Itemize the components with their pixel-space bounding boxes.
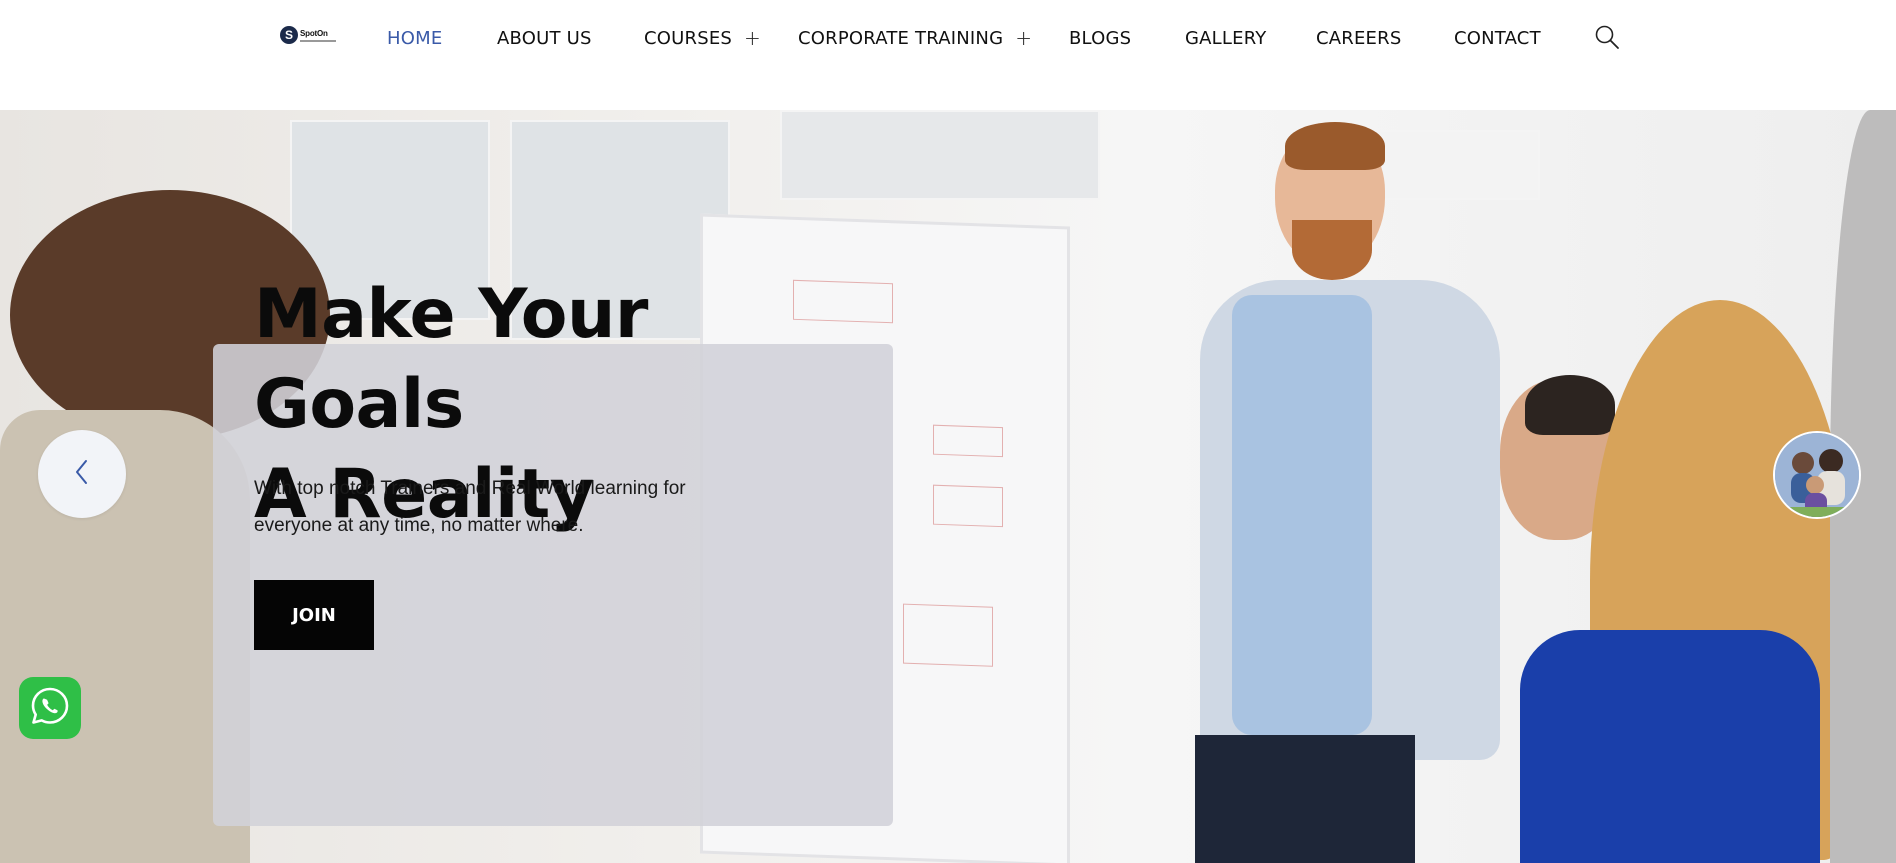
nav-item-careers[interactable]: CAREERS bbox=[1316, 24, 1401, 52]
nav-item-contact[interactable]: CONTACT bbox=[1454, 24, 1541, 52]
hero-subtitle-line-2: everyone at any time, no matter where. bbox=[254, 515, 584, 536]
slider-prev-button[interactable] bbox=[38, 430, 126, 518]
logo-tagline-line bbox=[300, 39, 336, 42]
join-button[interactable]: JOIN bbox=[254, 580, 374, 650]
nav-item-home[interactable]: HOME bbox=[387, 24, 442, 52]
hero-subtitle-line-1: With top notch Trainers and Real World l… bbox=[254, 478, 686, 499]
nav-item-label: BLOGS bbox=[1069, 27, 1132, 49]
nav-item-label: HOME bbox=[387, 27, 443, 49]
chevron-left-icon bbox=[72, 458, 92, 491]
whatsapp-icon bbox=[28, 684, 72, 733]
logo-wordmark: SpotOn bbox=[300, 28, 328, 38]
hero-subtitle: With top notch Trainers and Real World l… bbox=[254, 470, 774, 544]
nav-item-label: CONTACT bbox=[1454, 27, 1541, 49]
group-avatar-icon[interactable] bbox=[1773, 431, 1861, 519]
nav-item-about-us[interactable]: ABOUT US bbox=[497, 24, 592, 52]
nav-item-blogs[interactable]: BLOGS bbox=[1069, 24, 1131, 52]
nav-item-label: ABOUT US bbox=[497, 27, 592, 49]
nav-item-gallery[interactable]: GALLERY bbox=[1185, 24, 1266, 52]
nav-item-label: CORPORATE TRAINING bbox=[798, 27, 1004, 49]
submenu-plus-icon[interactable]: + bbox=[744, 26, 761, 50]
nav-item-label: COURSES bbox=[644, 27, 733, 49]
logo-mark: S bbox=[280, 26, 298, 44]
search-icon[interactable] bbox=[1594, 24, 1620, 50]
nav-item-label: GALLERY bbox=[1185, 27, 1267, 49]
nav-item-corporate-training[interactable]: CORPORATE TRAINING + bbox=[798, 24, 1032, 52]
submenu-plus-icon[interactable]: + bbox=[1015, 26, 1032, 50]
hero-title-line-1: Make Your Goals bbox=[254, 275, 648, 444]
site-logo[interactable]: S SpotOn bbox=[280, 24, 338, 46]
site-header: S SpotOn HOME ABOUT US COURSES + CORPORA… bbox=[0, 0, 1896, 110]
nav-item-courses[interactable]: COURSES + bbox=[644, 24, 761, 52]
whatsapp-button[interactable] bbox=[19, 677, 81, 739]
nav-item-label: CAREERS bbox=[1316, 27, 1402, 49]
